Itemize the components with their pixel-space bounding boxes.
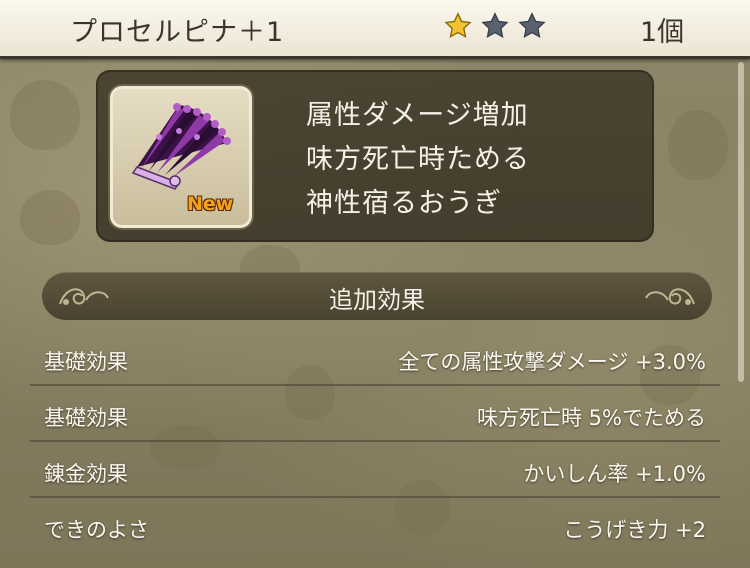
background-watermark bbox=[20, 190, 80, 245]
background-watermark bbox=[668, 110, 728, 180]
section-title: 追加効果 bbox=[329, 286, 425, 314]
effect-label: 基礎効果 bbox=[44, 350, 128, 374]
purple-fan-icon bbox=[131, 103, 231, 190]
scrollbar[interactable] bbox=[738, 62, 744, 382]
star-empty-icon bbox=[481, 12, 509, 38]
item-detail-screen: プロセルピナ＋1 1個 New 属性ダメージ増加 味方死亡時ためる 神性宿るおう… bbox=[0, 0, 750, 568]
background-watermark bbox=[10, 80, 80, 150]
star-filled-icon bbox=[444, 12, 472, 38]
description-line: 神性宿るおうぎ bbox=[306, 188, 502, 219]
item-description: 属性ダメージ増加 味方死亡時ためる 神性宿るおうぎ bbox=[306, 94, 530, 226]
star-rating bbox=[444, 12, 550, 44]
item-icon-frame[interactable]: New bbox=[110, 86, 252, 228]
effect-value: こうげき力 +2 bbox=[563, 518, 706, 542]
effect-row: 錬金効果 かいしん率 +1.0% bbox=[30, 446, 720, 498]
effect-value: かいしん率 +1.0% bbox=[523, 462, 706, 486]
effect-value: 味方死亡時 5%でためる bbox=[477, 406, 706, 430]
effect-row: 基礎効果 全ての属性攻撃ダメージ +3.0% bbox=[30, 334, 720, 386]
star-empty-icon bbox=[518, 12, 546, 38]
description-line: 味方死亡時ためる bbox=[306, 144, 530, 175]
effect-row: できのよさ こうげき力 +2 bbox=[30, 502, 720, 552]
effect-label: 錬金効果 bbox=[44, 462, 128, 486]
effect-label: 基礎効果 bbox=[44, 406, 128, 430]
right-ornament-icon bbox=[645, 288, 695, 305]
item-card: New 属性ダメージ増加 味方死亡時ためる 神性宿るおうぎ bbox=[96, 70, 654, 242]
effect-value: 全ての属性攻撃ダメージ +3.0% bbox=[398, 350, 706, 374]
effect-row: 基礎効果 味方死亡時 5%でためる bbox=[30, 390, 720, 442]
description-line: 属性ダメージ増加 bbox=[306, 100, 529, 131]
new-badge: New bbox=[187, 193, 234, 215]
item-name: プロセルピナ＋1 bbox=[70, 17, 285, 48]
item-title-bar: プロセルピナ＋1 1個 bbox=[0, 0, 750, 59]
effect-label: できのよさ bbox=[44, 518, 149, 542]
additional-effects-header: 追加効果 bbox=[42, 272, 712, 320]
item-quantity: 1個 bbox=[640, 17, 685, 48]
